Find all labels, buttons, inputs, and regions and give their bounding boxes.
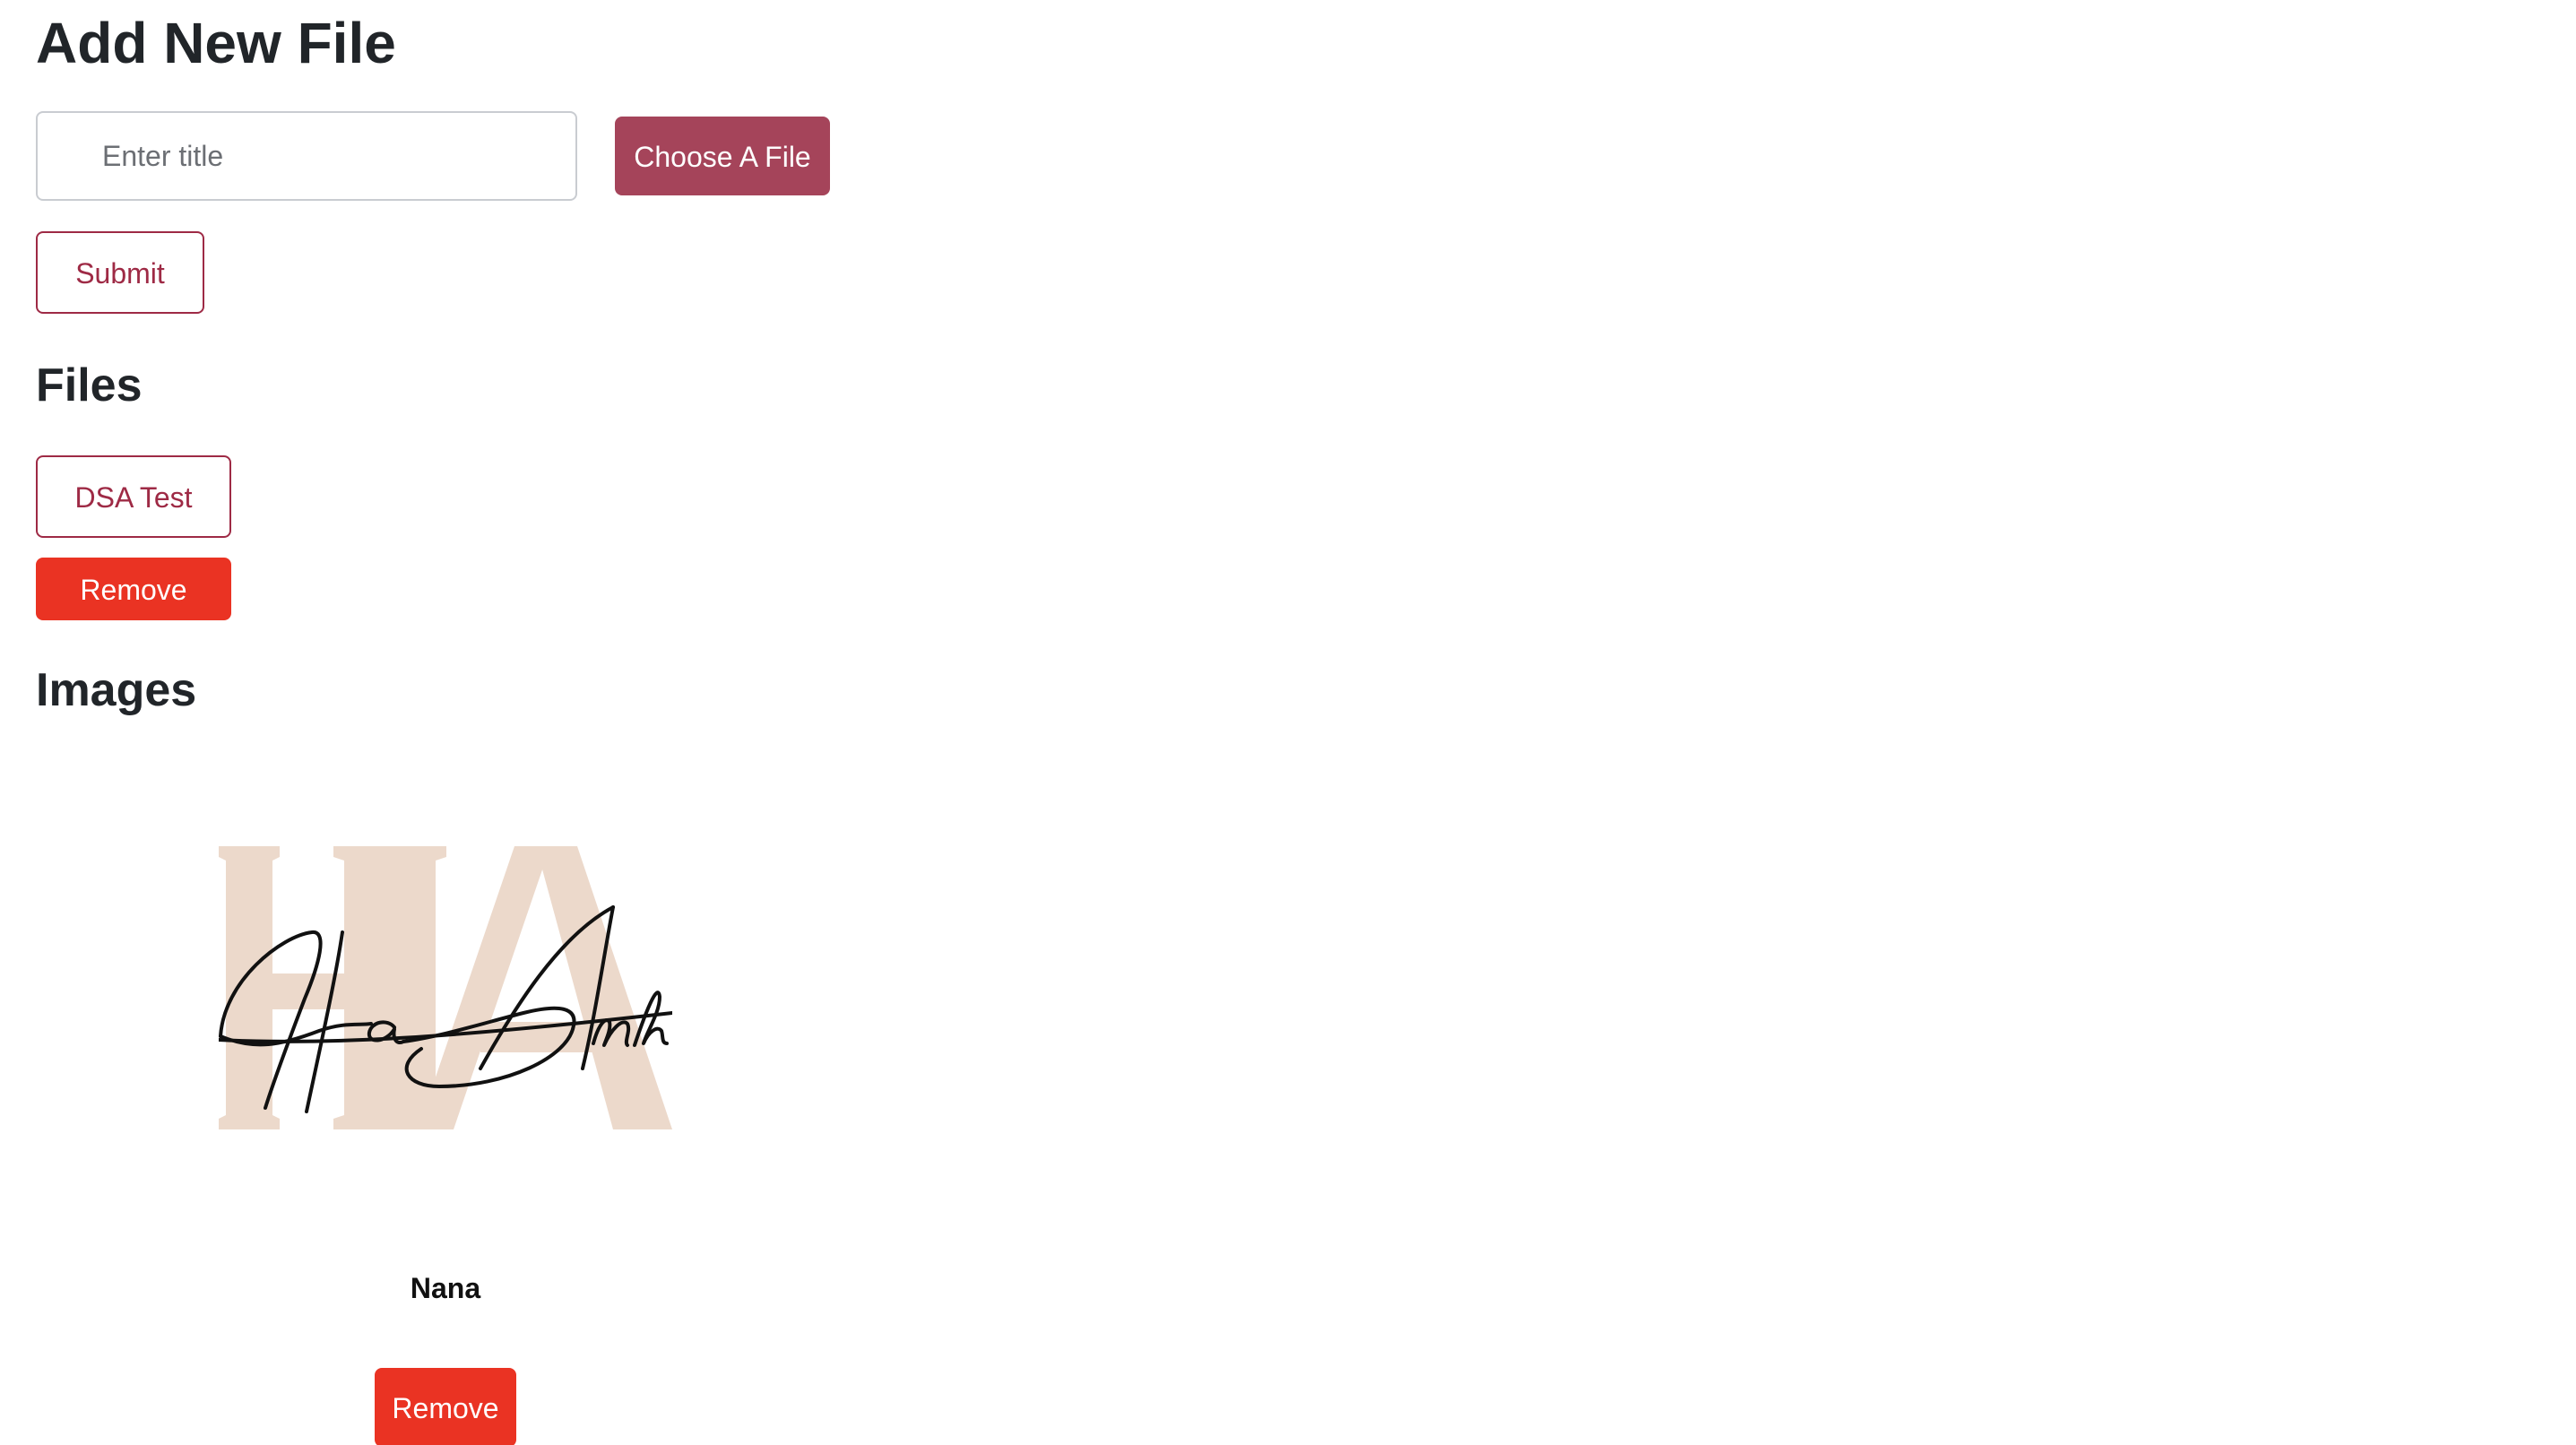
file-remove-button[interactable]: Remove [36, 558, 231, 620]
choose-file-button[interactable]: Choose A File [615, 117, 830, 195]
image-remove-button[interactable]: Remove [375, 1368, 516, 1445]
image-title: Nana [410, 1272, 481, 1304]
add-new-file-heading: Add New File [36, 11, 396, 75]
ha-anh-logo-image [219, 846, 672, 1129]
submit-button[interactable]: Submit [36, 231, 204, 314]
file-item-dsa-test[interactable]: DSA Test [36, 455, 231, 538]
files-heading: Files [36, 359, 143, 411]
images-heading: Images [36, 664, 197, 716]
file-manager-page: Add New File Choose A File Submit Files … [0, 0, 2576, 1445]
image-thumbnail [219, 846, 672, 1129]
title-input[interactable] [36, 111, 577, 201]
